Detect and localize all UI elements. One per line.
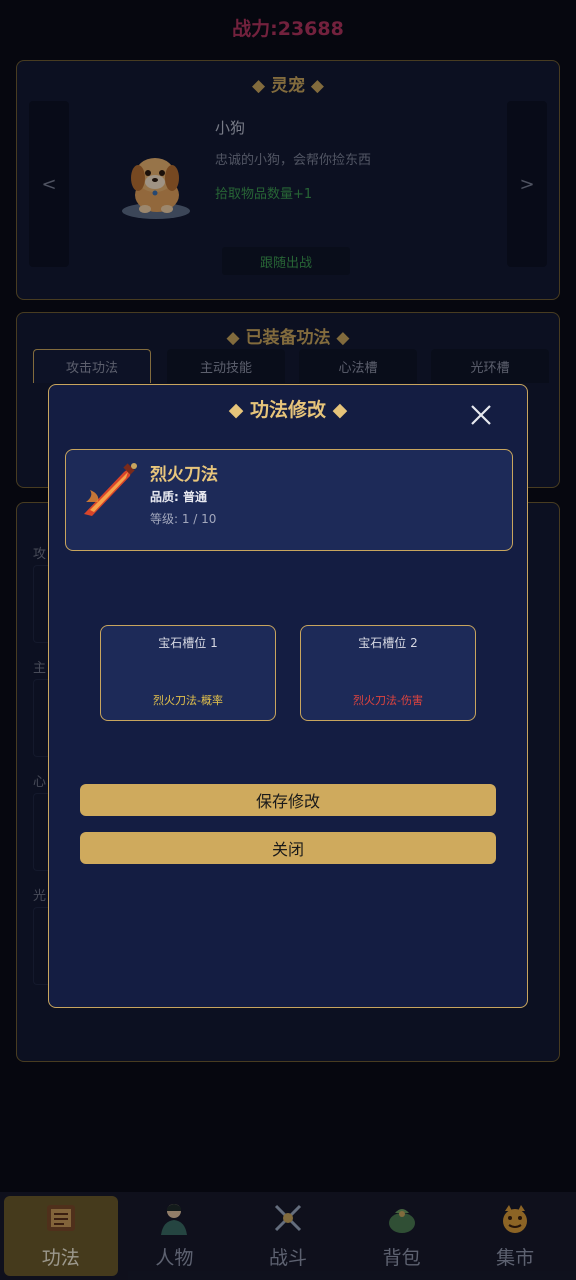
- skill-name: 烈火刀法: [150, 465, 218, 485]
- gem-slot-title: 宝石槽位 1: [158, 636, 218, 650]
- gem-slot-item: 烈火刀法-概率: [153, 694, 223, 707]
- modal-title: ◆ 功法修改 ◆: [228, 399, 348, 421]
- close-icon[interactable]: [469, 403, 493, 427]
- gem-slot-title: 宝石槽位 2: [358, 636, 418, 650]
- skill-level: 等级: 1 / 10: [150, 512, 217, 526]
- skill-quality: 品质: 普通: [150, 490, 207, 504]
- save-button[interactable]: 保存修改: [80, 784, 496, 816]
- gem-slot-2[interactable]: 宝石槽位 2 烈火刀法-伤害: [300, 625, 476, 721]
- gem-slot-1[interactable]: 宝石槽位 1 烈火刀法-概率: [100, 625, 276, 721]
- skill-modify-modal: ◆ 功法修改 ◆ 烈火刀法 品质: 普通 等级: 1 / 10 宝石槽位 1 烈…: [48, 384, 528, 1008]
- skill-card: 烈火刀法 品质: 普通 等级: 1 / 10: [65, 449, 513, 551]
- flame-sword-icon: [84, 463, 137, 516]
- gem-slot-item: 烈火刀法-伤害: [353, 694, 423, 707]
- close-button[interactable]: 关闭: [80, 832, 496, 864]
